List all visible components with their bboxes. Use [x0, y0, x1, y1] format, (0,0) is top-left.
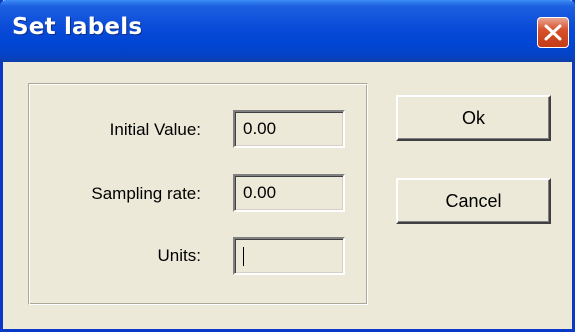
- close-button[interactable]: [537, 17, 569, 48]
- title-bar[interactable]: Set labels: [0, 0, 575, 62]
- initial-value-field[interactable]: 0.00: [233, 110, 345, 148]
- sampling-rate-text: 0.00: [243, 183, 277, 202]
- units-label: Units:: [157, 246, 201, 265]
- sampling-rate-field[interactable]: 0.00: [233, 174, 345, 212]
- ok-button[interactable]: Ok: [396, 95, 551, 141]
- fields-group-box: Initial Value: 0.00 Sampling rate: 0.00 …: [28, 83, 368, 305]
- sampling-rate-label: Sampling rate:: [91, 184, 201, 203]
- dialog-title: Set labels: [12, 14, 143, 40]
- cancel-button[interactable]: Cancel: [396, 178, 551, 224]
- set-labels-dialog: Set labels Initial Value: 0.00 Sampling …: [0, 0, 575, 332]
- initial-value-label: Initial Value:: [109, 120, 201, 139]
- initial-value-text: 0.00: [243, 119, 277, 138]
- text-caret: [243, 247, 244, 266]
- units-field[interactable]: [233, 237, 345, 275]
